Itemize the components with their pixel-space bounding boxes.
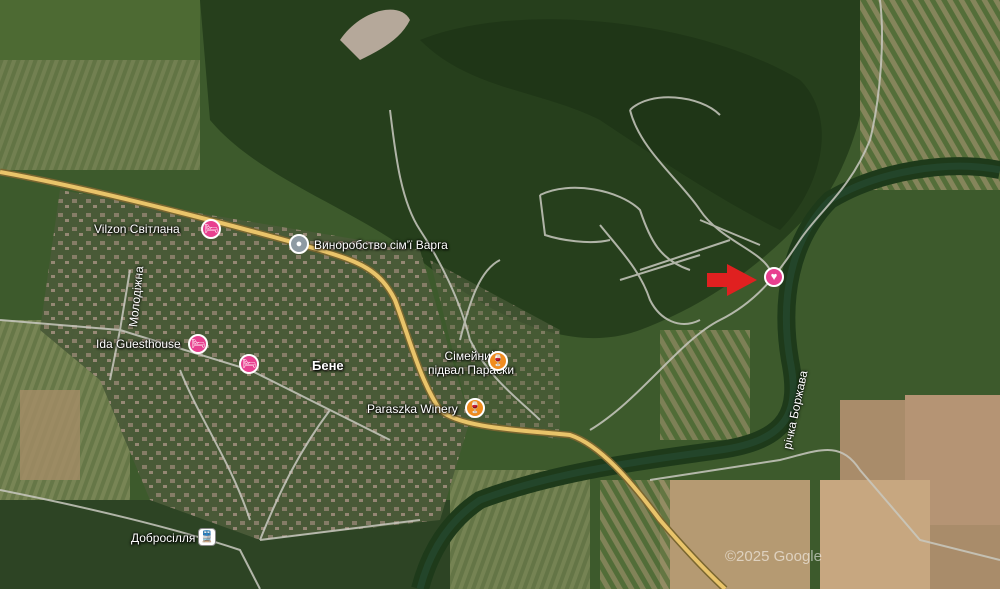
bed-icon: 🛏 <box>204 222 218 235</box>
label-varga-winery[interactable]: Винороб­ство сім'ї Варга <box>314 238 448 252</box>
satellite-map[interactable]: 🛏 Vilzon Світлана ● Винороб­ство сім'ї В… <box>0 0 1000 589</box>
label-bene: Бене <box>312 358 344 373</box>
favorite-pin[interactable]: ♥ <box>764 267 784 287</box>
winery-pin-paraszka[interactable]: 🍷 <box>465 398 485 418</box>
hotel-pin-vilzon[interactable]: 🛏 <box>201 219 221 239</box>
bed-icon: 🛏 <box>242 357 256 370</box>
train-icon: 🚆 <box>200 530 214 543</box>
map-imagery <box>0 0 1000 589</box>
label-ida-guesthouse[interactable]: Ida Guesthouse <box>96 337 181 351</box>
bed-icon: 🛏 <box>191 337 205 350</box>
label-paraszka-winery[interactable]: Paraszka Winery <box>367 402 458 416</box>
glass-icon: 🍷 <box>491 354 505 367</box>
label-vilzon[interactable]: Vilzon Світлана <box>94 222 180 236</box>
station-pin-dobrosillia[interactable]: 🚆 <box>198 528 216 546</box>
dot-icon: ● <box>295 237 303 250</box>
hotel-pin-ida[interactable]: 🛏 <box>188 334 208 354</box>
label-dobrosillia[interactable]: Добросілля <box>131 531 195 545</box>
heart-icon: ♥ <box>770 270 778 283</box>
map-watermark: ©2025 Google <box>725 548 822 565</box>
glass-icon: 🍷 <box>468 401 482 414</box>
hotel-pin-unnamed[interactable]: 🛏 <box>239 354 259 374</box>
place-pin-varga-winery[interactable]: ● <box>289 234 309 254</box>
winery-pin-family-cellar[interactable]: 🍷 <box>488 351 508 371</box>
